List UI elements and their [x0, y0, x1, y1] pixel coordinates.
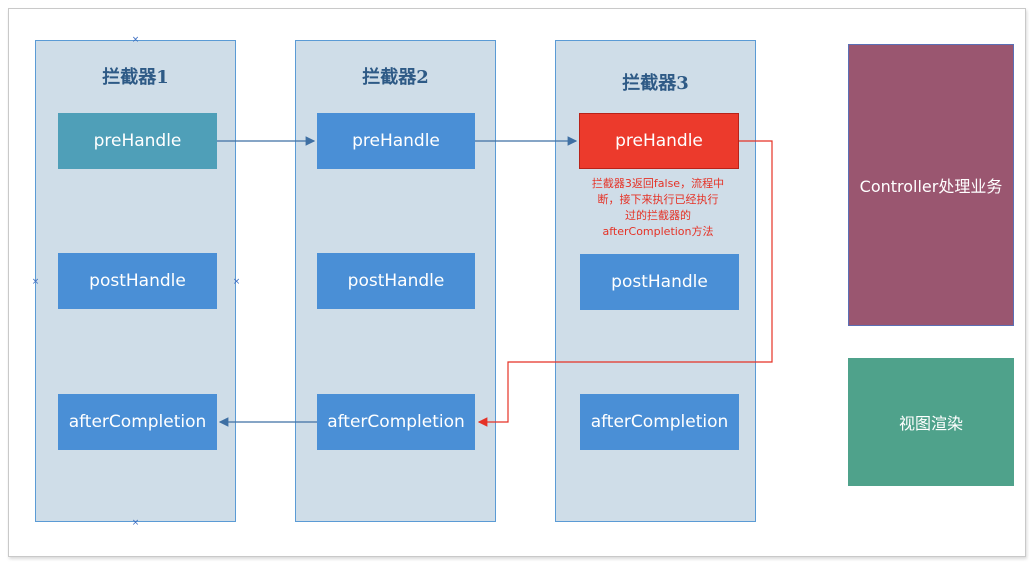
arrow-interrupt-return	[477, 140, 773, 427]
flow-arrows	[217, 136, 773, 427]
